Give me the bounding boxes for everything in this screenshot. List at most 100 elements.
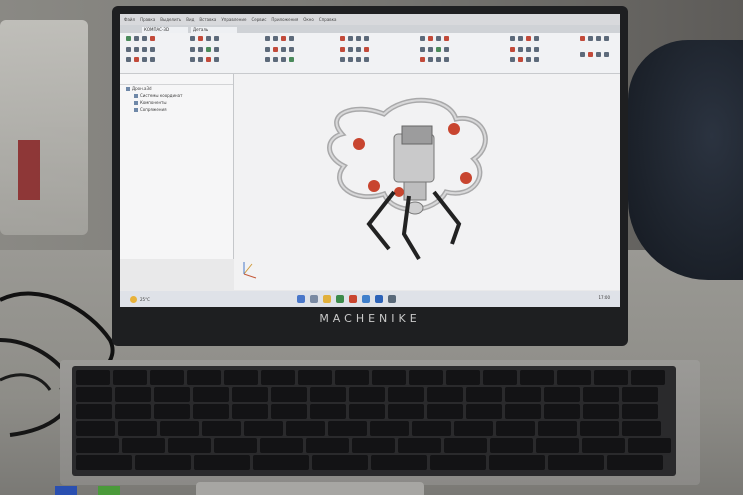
keyboard-key (388, 404, 424, 419)
keyboard-key (135, 455, 191, 470)
keyboard-key (388, 387, 424, 402)
toolbar-ribbon (120, 33, 620, 74)
keyboard-key (160, 421, 199, 436)
ribbon-group-7 (580, 36, 610, 66)
tree-item[interactable]: Компоненты (120, 99, 233, 106)
keyboard-key (490, 438, 533, 453)
keyboard-key (224, 370, 258, 385)
keyboard-key (548, 455, 604, 470)
drone-model (243, 97, 488, 279)
keyboard-key (536, 438, 579, 453)
keyboard-key (607, 455, 663, 470)
storage-box (0, 20, 88, 235)
menu-item-apps[interactable]: Приложения (271, 17, 298, 22)
menu-item-service[interactable]: Сервис (251, 17, 266, 22)
keyboard-key (260, 438, 303, 453)
keyboard-key (76, 370, 110, 385)
keyboard-key (244, 421, 283, 436)
app-icon[interactable] (375, 295, 383, 303)
tree-item[interactable]: Дрон.a3d (120, 85, 233, 92)
box-red-panel (18, 140, 40, 200)
keyboard-key (430, 455, 486, 470)
search-icon[interactable] (310, 295, 318, 303)
photo-scene: Файл Правка Выделить Вид Вставка Управле… (0, 0, 743, 495)
keyboard-key (76, 455, 132, 470)
keyboard-key (154, 404, 190, 419)
taskbar-apps (297, 295, 396, 303)
menu-item-window[interactable]: Окно (303, 17, 314, 22)
keyboard-key (583, 404, 619, 419)
keyboard-key (631, 370, 665, 385)
ribbon-group-5 (420, 36, 450, 66)
menu-item-file[interactable]: Файл (124, 17, 135, 22)
keyboard-key (580, 421, 619, 436)
keyboard-key (372, 370, 406, 385)
keyboard-key (446, 370, 480, 385)
keyboard-key (544, 387, 580, 402)
intel-sticker (55, 486, 77, 495)
start-icon[interactable] (297, 295, 305, 303)
menu-item-help[interactable]: Справка (319, 17, 337, 22)
keyboard-key (214, 438, 257, 453)
keyboard-key (427, 404, 463, 419)
keyboard-key (76, 421, 115, 436)
weather-widget[interactable]: 25°C (130, 295, 150, 303)
kompas-icon[interactable] (349, 295, 357, 303)
ribbon-group-4 (340, 36, 370, 66)
menu-item-select[interactable]: Выделить (160, 17, 181, 22)
keyboard-key (622, 404, 658, 419)
laptop-keyboard-deck (60, 360, 700, 485)
keyboard-key (427, 387, 463, 402)
keyboard-key (370, 421, 409, 436)
windows-taskbar: 25°C 17:00 (120, 291, 620, 307)
app-menubar: Файл Правка Выделить Вид Вставка Управле… (120, 14, 620, 25)
keyboard (72, 366, 676, 476)
menu-item-edit[interactable]: Правка (140, 17, 155, 22)
system-clock[interactable]: 17:00 (598, 295, 610, 300)
laptop-screen: Файл Правка Выделить Вид Вставка Управле… (120, 14, 620, 307)
keyboard-key (150, 370, 184, 385)
menu-item-view[interactable]: Вид (186, 17, 194, 22)
keyboard-key (398, 438, 441, 453)
ribbon-group-3 (265, 36, 295, 66)
3d-viewport[interactable] (234, 74, 620, 290)
keyboard-key (594, 370, 628, 385)
tree-item[interactable]: Сопряжения (120, 106, 233, 113)
keyboard-key (349, 404, 385, 419)
keyboard-key (298, 370, 332, 385)
model-tree-panel: Дрон.a3d Системы координат Компоненты Со… (120, 74, 234, 259)
menu-item-manage[interactable]: Управление (221, 17, 246, 22)
touchpad (196, 482, 424, 495)
keyboard-key (310, 387, 346, 402)
keyboard-key (583, 387, 619, 402)
laptop-lid: Файл Правка Выделить Вид Вставка Управле… (112, 6, 628, 346)
keyboard-key (193, 387, 229, 402)
ribbon-group-2 (190, 36, 220, 66)
keyboard-key (412, 421, 451, 436)
document-tabs: КОМПАС-3D Деталь (120, 25, 620, 33)
keyboard-key (193, 404, 229, 419)
keyboard-key (76, 404, 112, 419)
menu-item-insert[interactable]: Вставка (199, 17, 216, 22)
keyboard-key (168, 438, 211, 453)
keyboard-key (520, 370, 554, 385)
app-icon[interactable] (388, 295, 396, 303)
keyboard-key (622, 387, 658, 402)
keyboard-key (76, 387, 112, 402)
keyboard-key (628, 438, 671, 453)
keyboard-key (557, 370, 591, 385)
keyboard-key (489, 455, 545, 470)
keyboard-key (505, 404, 541, 419)
nvidia-sticker (98, 486, 120, 495)
explorer-icon[interactable] (323, 295, 331, 303)
app-icon[interactable] (336, 295, 344, 303)
keyboard-key (194, 455, 250, 470)
tree-item[interactable]: Системы координат (120, 92, 233, 99)
keyboard-key (335, 370, 369, 385)
keyboard-key (544, 404, 580, 419)
keyboard-key (113, 370, 147, 385)
keyboard-key (261, 370, 295, 385)
ribbon-group-6 (510, 36, 540, 66)
keyboard-key (328, 421, 367, 436)
browser-icon[interactable] (362, 295, 370, 303)
